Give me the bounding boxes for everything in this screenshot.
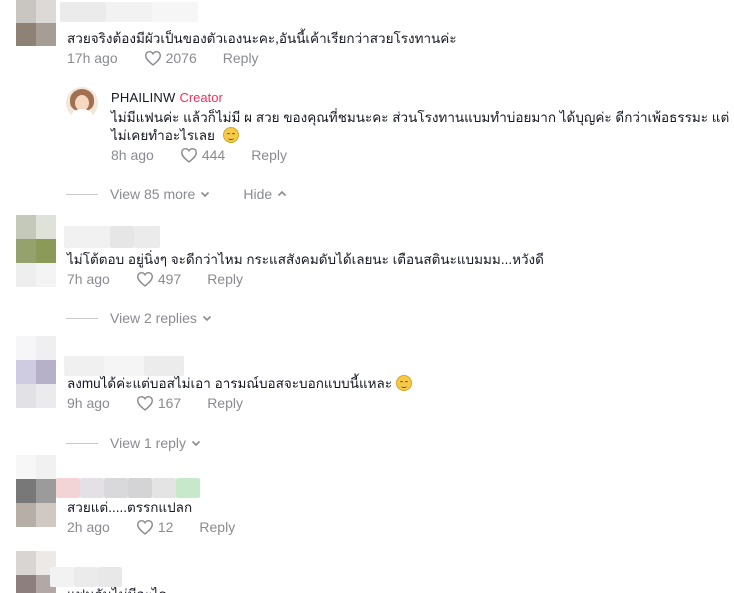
view-replies-button[interactable]: View 1 reply bbox=[110, 435, 202, 451]
avatar[interactable] bbox=[16, 215, 56, 287]
view-replies-button[interactable]: View 2 replies bbox=[110, 310, 213, 326]
username-redacted[interactable] bbox=[64, 226, 160, 248]
like-button[interactable]: 497 bbox=[136, 271, 181, 287]
comment-time: 7h ago bbox=[67, 271, 110, 287]
heart-icon bbox=[136, 519, 153, 535]
smile-emoji-icon bbox=[395, 375, 412, 391]
comment-4: สวยแต่.....ตรรกแปลก 2h ago 12 Reply bbox=[0, 455, 734, 545]
reply-button[interactable]: Reply bbox=[223, 50, 259, 66]
like-count: 12 bbox=[157, 519, 174, 535]
avatar[interactable] bbox=[16, 0, 56, 46]
heart-icon bbox=[136, 395, 153, 411]
heart-icon bbox=[180, 147, 197, 163]
divider bbox=[66, 442, 98, 444]
comment-text-row: ลงmuได้ค่ะแต่บอสไม่เอา อารมณ์บอสจะบอกแบบ… bbox=[67, 374, 412, 393]
creator-badge: Creator bbox=[179, 90, 223, 105]
creator-username[interactable]: PHAILINW bbox=[111, 90, 175, 105]
like-count: 167 bbox=[157, 395, 182, 411]
chevron-down-icon bbox=[191, 440, 201, 447]
heart-icon bbox=[144, 50, 161, 66]
like-count: 497 bbox=[157, 271, 182, 287]
comment-5-partial: แฟนกันไม่มีอะไร bbox=[0, 551, 734, 593]
like-button[interactable]: 2076 bbox=[144, 50, 197, 66]
comment-text: สวยแต่.....ตรรกแปลก bbox=[67, 500, 193, 515]
username-redacted[interactable] bbox=[60, 2, 198, 22]
divider bbox=[66, 317, 98, 319]
reply-button[interactable]: Reply bbox=[199, 519, 235, 535]
comment-text: สวยจริงต้องมีผัวเป็นของตัวเองนะคะ,อันนี้… bbox=[67, 31, 457, 46]
comment-text: แฟนกันไม่มีอะไร bbox=[67, 585, 166, 593]
comment-meta: 17h ago 2076 Reply bbox=[67, 50, 259, 66]
creator-reply-meta: 8h ago 444 Reply bbox=[111, 147, 287, 163]
comment-2: ไม่โต้ตอบ อยู่นิ่งๆ จะดีกว่าไหม กระแสสัง… bbox=[0, 215, 734, 295]
chevron-down-icon bbox=[201, 191, 210, 198]
hide-replies-button[interactable]: Hide bbox=[243, 186, 288, 202]
comment-text: ลงmuได้ค่ะแต่บอสไม่เอา อารมณ์บอสจะบอกแบบ… bbox=[67, 376, 393, 391]
comment-meta: 2h ago 12 Reply bbox=[67, 519, 235, 535]
hide-label: Hide bbox=[243, 186, 273, 202]
creator-reply-line1: ไม่มีแฟนค่ะ แล้วก็ไม่มี ผ สวย ของคุณที่ช… bbox=[111, 110, 730, 125]
creator-reply-line2-text: ไม่เคยทำอะไรเลย bbox=[111, 128, 215, 143]
creator-reply-line2: ไม่เคยทำอะไรเลย bbox=[111, 126, 239, 145]
comment-time: 8h ago bbox=[111, 147, 154, 163]
smile-emoji-icon bbox=[222, 127, 239, 143]
username-redacted[interactable] bbox=[64, 356, 184, 376]
comment-meta: 7h ago 497 Reply bbox=[67, 271, 243, 287]
chevron-down-icon bbox=[202, 315, 211, 322]
like-button[interactable]: 444 bbox=[180, 147, 225, 163]
thread-controls: View 2 replies bbox=[66, 310, 213, 326]
comment-text: ไม่โต้ตอบ อยู่นิ่งๆ จะดีกว่าไหม กระแสสัง… bbox=[67, 252, 544, 267]
comment-time: 2h ago bbox=[67, 519, 110, 535]
view-more-replies-button[interactable]: View 85 more bbox=[110, 186, 211, 202]
thread-controls: View 1 reply bbox=[66, 435, 202, 451]
reply-button[interactable]: Reply bbox=[207, 395, 243, 411]
view-replies-label: View 2 replies bbox=[110, 310, 197, 326]
creator-avatar[interactable] bbox=[66, 87, 98, 119]
username-redacted[interactable] bbox=[56, 478, 200, 498]
avatar[interactable] bbox=[16, 455, 56, 527]
divider bbox=[66, 193, 98, 195]
thread-controls: View 85 more Hide bbox=[66, 186, 288, 202]
view-replies-label: View 1 reply bbox=[110, 435, 187, 451]
view-more-label: View 85 more bbox=[110, 186, 196, 202]
like-count: 444 bbox=[201, 147, 226, 163]
like-button[interactable]: 167 bbox=[136, 395, 181, 411]
heart-icon bbox=[136, 271, 153, 287]
comment-time: 9h ago bbox=[67, 395, 110, 411]
reply-button[interactable]: Reply bbox=[251, 147, 287, 163]
avatar[interactable] bbox=[16, 336, 56, 408]
like-button[interactable]: 12 bbox=[136, 519, 174, 535]
like-count: 2076 bbox=[165, 50, 197, 66]
creator-reply: PHAILINW Creator ไม่มีแฟนค่ะ แล้วก็ไม่มี… bbox=[0, 84, 734, 174]
creator-header: PHAILINW Creator bbox=[111, 90, 223, 105]
comment-time: 17h ago bbox=[67, 50, 118, 66]
comment-3: ลงmuได้ค่ะแต่บอสไม่เอา อารมณ์บอสจะบอกแบบ… bbox=[0, 336, 734, 421]
username-redacted[interactable] bbox=[50, 567, 122, 587]
reply-button[interactable]: Reply bbox=[207, 271, 243, 287]
comment-1: สวยจริงต้องมีผัวเป็นของตัวเองนะคะ,อันนี้… bbox=[0, 0, 734, 75]
comment-meta: 9h ago 167 Reply bbox=[67, 395, 243, 411]
chevron-up-icon bbox=[278, 190, 287, 197]
